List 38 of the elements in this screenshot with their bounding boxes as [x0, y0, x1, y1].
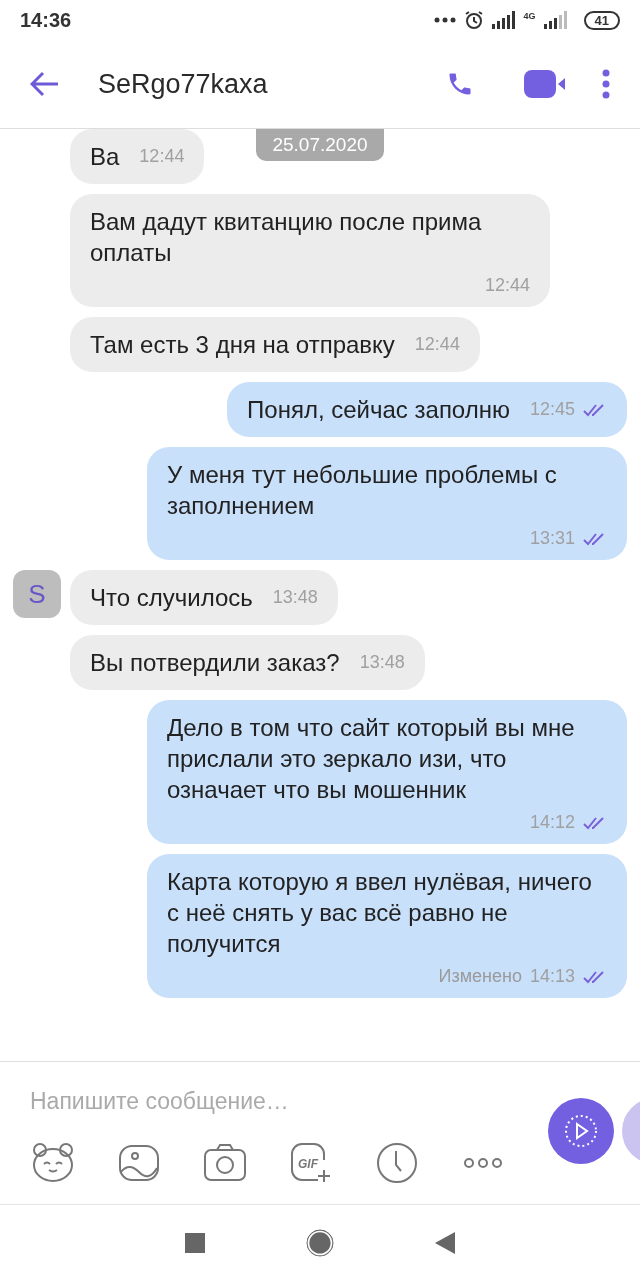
message-text: Понял, сейчас заполню — [247, 395, 510, 425]
home-nav-icon[interactable] — [305, 1227, 335, 1258]
message-text: Дело в том что сайт который вы мне прислали это зеркало изи, что означает что вы мошенник — [167, 713, 576, 805]
message-input[interactable]: Напишите сообщение… — [18, 1080, 518, 1122]
message-time: 13:48 — [359, 651, 405, 674]
message-text: Карта которую я ввел нулёвая, ничего с неё снять у вас всё равно не получится — [167, 867, 593, 959]
contact-name: SeRgo77kaxa — [98, 67, 269, 101]
back-arrow-icon[interactable] — [30, 71, 60, 97]
video-camera-icon[interactable] — [524, 69, 566, 99]
network-type: 4G — [523, 10, 536, 23]
message-text: Там есть 3 дня на отправку — [90, 330, 395, 360]
message-text: Вам дадут квитанцию после прима оплаты — [90, 207, 483, 268]
message-text: Вы потвердили заказ? — [90, 648, 340, 678]
message-time: 14:12 — [529, 811, 575, 834]
alarm-icon — [463, 10, 484, 30]
message-time: 12:44 — [139, 145, 185, 168]
more-menu-icon[interactable] — [602, 69, 610, 99]
gif-label: GIF — [298, 1157, 318, 1171]
message-time: 13:31 — [529, 527, 575, 550]
message-text: Что случилось — [90, 583, 253, 613]
signal-icon — [491, 11, 516, 29]
message-text: У меня тут небольшие проблемы с заполнением — [167, 460, 558, 521]
clock-icon[interactable] — [374, 1140, 420, 1186]
message-time: 14:13 — [529, 965, 575, 988]
message-time: 13:48 — [272, 586, 318, 609]
avatar[interactable]: S — [13, 570, 61, 618]
edited-label: Изменено — [438, 965, 522, 988]
status-time: 14:36 — [20, 8, 72, 33]
message-time: 12:44 — [484, 274, 530, 297]
message-time: 12:44 — [414, 333, 460, 356]
square-nav-icon[interactable] — [185, 1232, 205, 1253]
date-label: 25.07.2020 — [256, 129, 384, 161]
message-time: 12:45 — [529, 398, 575, 421]
battery-level: 41 — [583, 10, 620, 30]
signal-icon — [543, 11, 568, 29]
back-nav-icon[interactable] — [435, 1231, 455, 1254]
dots-icon — [433, 17, 456, 23]
message-text: Ва — [90, 142, 120, 172]
